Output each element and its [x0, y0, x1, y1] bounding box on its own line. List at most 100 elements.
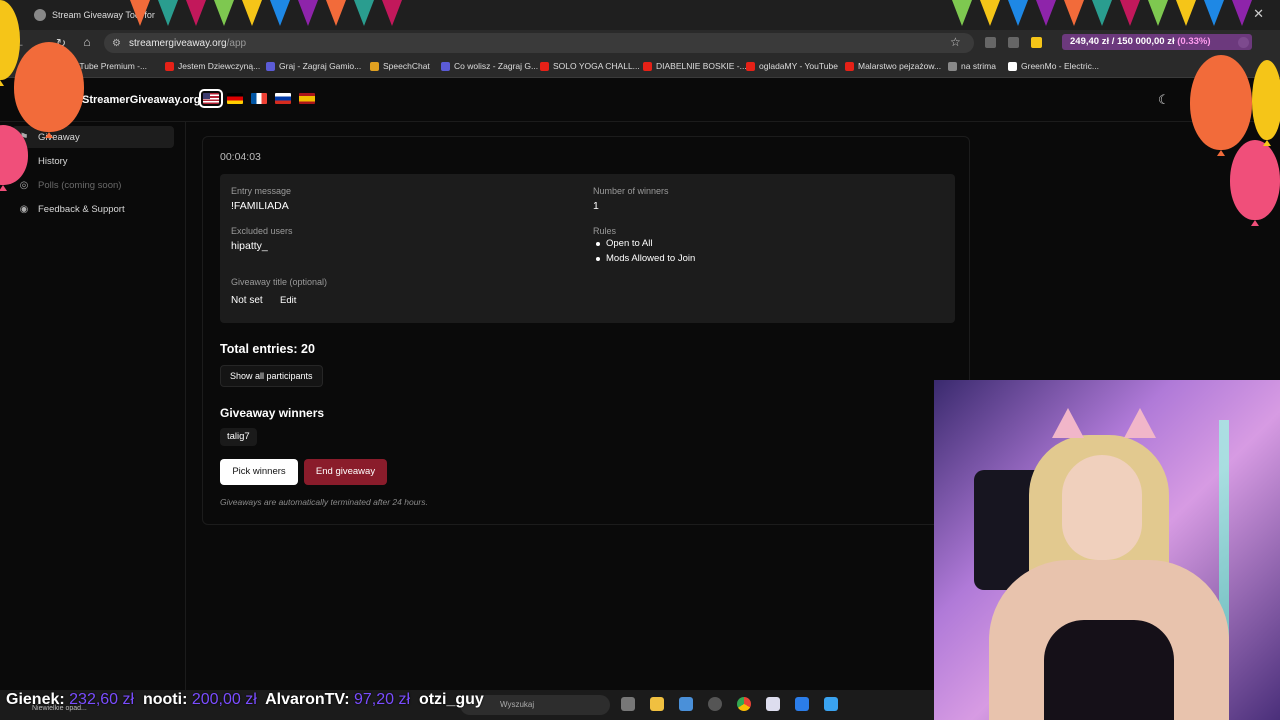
- store-icon[interactable]: [679, 697, 693, 711]
- bookmark-item[interactable]: Co wolisz - Zagraj G...: [441, 61, 538, 71]
- bookmark-label: Malarstwo pejzażow...: [858, 61, 942, 71]
- bookmark-item[interactable]: SOLO YOGA CHALL...: [540, 61, 640, 71]
- extension-icon[interactable]: [1008, 37, 1019, 48]
- pennant-flag: [1176, 0, 1196, 26]
- bookmark-label: ogladaMY - YouTube: [759, 61, 838, 71]
- app-icon[interactable]: [708, 697, 722, 711]
- sidebar-item-feedback[interactable]: ◉ Feedback & Support: [12, 198, 174, 220]
- app-icon[interactable]: [795, 697, 809, 711]
- giveaway-card: 00:04:03 Entry message !FAMILIADA Number…: [202, 136, 970, 525]
- total-entries: Total entries: 20: [220, 342, 315, 356]
- bookmark-favicon-icon: [643, 61, 652, 71]
- bookmark-favicon-icon: [845, 61, 854, 71]
- pennant-flag: [952, 0, 972, 26]
- flag-es-icon[interactable]: [299, 93, 315, 104]
- browser-tab[interactable]: Stream Giveaway Tool for: [28, 4, 178, 26]
- balloon-decoration: [1190, 55, 1252, 156]
- bookmark-label: DIABELNIE BOSKIE -...: [656, 61, 747, 71]
- rules-label: Rules: [593, 226, 617, 236]
- bookmark-favicon-icon: [370, 61, 379, 71]
- site-favicon-icon: [34, 9, 46, 21]
- show-participants-button[interactable]: Show all participants: [220, 365, 323, 387]
- excluded-users-value: hipatty_: [231, 240, 268, 252]
- flag-ru-icon[interactable]: [275, 93, 291, 104]
- bookmark-item[interactable]: GreenMo - Electric...: [1008, 61, 1099, 71]
- winners-count-label: Number of winners: [593, 186, 669, 196]
- sidebar-item-label: Feedback & Support: [38, 203, 125, 215]
- pennant-flag: [354, 0, 374, 26]
- donation-current: 249,40 zł: [1070, 36, 1110, 47]
- donation-goal: 150 000,00 zł: [1117, 36, 1175, 47]
- pennant-flag: [130, 0, 150, 26]
- balloon-decoration: [14, 42, 84, 138]
- poll-icon: ◎: [19, 179, 29, 191]
- notepad-icon[interactable]: [824, 697, 838, 711]
- pennant-flag: [186, 0, 206, 26]
- app-header: StreamerGiveaway.org ☾: [0, 78, 1280, 122]
- window-close-icon[interactable]: ✕: [1253, 6, 1264, 22]
- extension-icon[interactable]: [985, 37, 996, 48]
- home-icon[interactable]: ⌂: [76, 35, 98, 49]
- bookmark-label: na strima: [961, 61, 996, 71]
- giveaway-settings-panel: Entry message !FAMILIADA Number of winne…: [220, 174, 955, 323]
- pennant-flag: [1120, 0, 1140, 26]
- pennant-flag: [980, 0, 1000, 26]
- bookmark-label: SOLO YOGA CHALL...: [553, 61, 640, 71]
- pennant-flag: [382, 0, 402, 26]
- task-view-icon[interactable]: [621, 697, 635, 711]
- file-explorer-icon[interactable]: [650, 697, 664, 711]
- webcam-person-top: [1044, 620, 1174, 720]
- giveaway-timer: 00:04:03: [220, 151, 261, 163]
- sidebar-item-history[interactable]: History: [12, 150, 174, 172]
- bookmark-item[interactable]: na strima: [948, 61, 996, 71]
- end-giveaway-button[interactable]: End giveaway: [304, 459, 387, 485]
- url-host: streamergiveaway.org: [128, 37, 227, 49]
- balloon-decoration: [1252, 60, 1280, 146]
- donation-percent: (0.33%): [1177, 36, 1211, 47]
- bookmark-favicon-icon: [948, 61, 957, 71]
- flag-de-icon[interactable]: [227, 93, 243, 104]
- ticker-amount: 200,00 zł: [191, 691, 257, 708]
- pennant-flag: [1232, 0, 1252, 26]
- dark-mode-moon-icon[interactable]: ☾: [1158, 92, 1170, 108]
- url-field[interactable]: ⚙ streamergiveaway.org /app: [104, 33, 974, 53]
- bookmark-favicon-icon: [1008, 61, 1017, 71]
- ticker-name: Gienek:: [6, 691, 65, 708]
- bookmark-item[interactable]: ogladaMY - YouTube: [746, 61, 838, 71]
- flag-fr-icon[interactable]: [251, 93, 267, 104]
- bookmark-label: GreenMo - Electric...: [1021, 61, 1099, 71]
- sidebar: ⚑ Giveaway History ◎ Polls (coming soon)…: [0, 122, 186, 690]
- bookmark-item[interactable]: Graj - Zagraj Gamio...: [266, 61, 361, 71]
- cat-ear-headset-icon: [1124, 408, 1156, 438]
- winner-chip: talig7: [220, 428, 257, 446]
- bookmark-item[interactable]: SpeechChat: [370, 61, 430, 71]
- brand-logo[interactable]: StreamerGiveaway.org: [82, 94, 200, 106]
- site-info-icon[interactable]: ⚙: [112, 38, 121, 49]
- language-switcher: [199, 89, 315, 108]
- chrome-icon[interactable]: [737, 697, 751, 711]
- pick-winners-button[interactable]: Pick winners: [220, 459, 298, 485]
- sidebar-item-polls: ◎ Polls (coming soon): [12, 174, 174, 196]
- bookmark-favicon-icon: [441, 61, 450, 71]
- extension-icon[interactable]: [1031, 37, 1042, 48]
- pennant-flag: [270, 0, 290, 26]
- bookmark-item[interactable]: Jestem Dziewczyną...: [165, 61, 260, 71]
- rules-list: Open to All Mods Allowed to Join: [593, 238, 695, 268]
- ticker-name: nooti:: [142, 691, 188, 708]
- bookmark-item[interactable]: DIABELNIE BOSKIE -...: [643, 61, 747, 71]
- pennant-flag: [214, 0, 234, 26]
- flag-en-icon[interactable]: [199, 89, 223, 108]
- edit-title-button[interactable]: Edit: [280, 295, 296, 306]
- app-icon[interactable]: [766, 697, 780, 711]
- rule-item: Open to All: [593, 238, 695, 249]
- bookmark-favicon-icon: [540, 61, 549, 71]
- ticker-amount: 232,60 zł: [69, 691, 135, 708]
- bookmark-star-icon[interactable]: ☆: [950, 35, 961, 49]
- balloon-decoration: [1230, 140, 1280, 226]
- pennant-flag: [1148, 0, 1168, 26]
- cat-ear-headset-icon: [1052, 408, 1084, 438]
- bookmark-favicon-icon: [165, 61, 174, 71]
- pennant-flag: [158, 0, 178, 26]
- bookmark-item[interactable]: Malarstwo pejzażow...: [845, 61, 941, 71]
- ticker-name: AlvaronTV:: [265, 691, 350, 708]
